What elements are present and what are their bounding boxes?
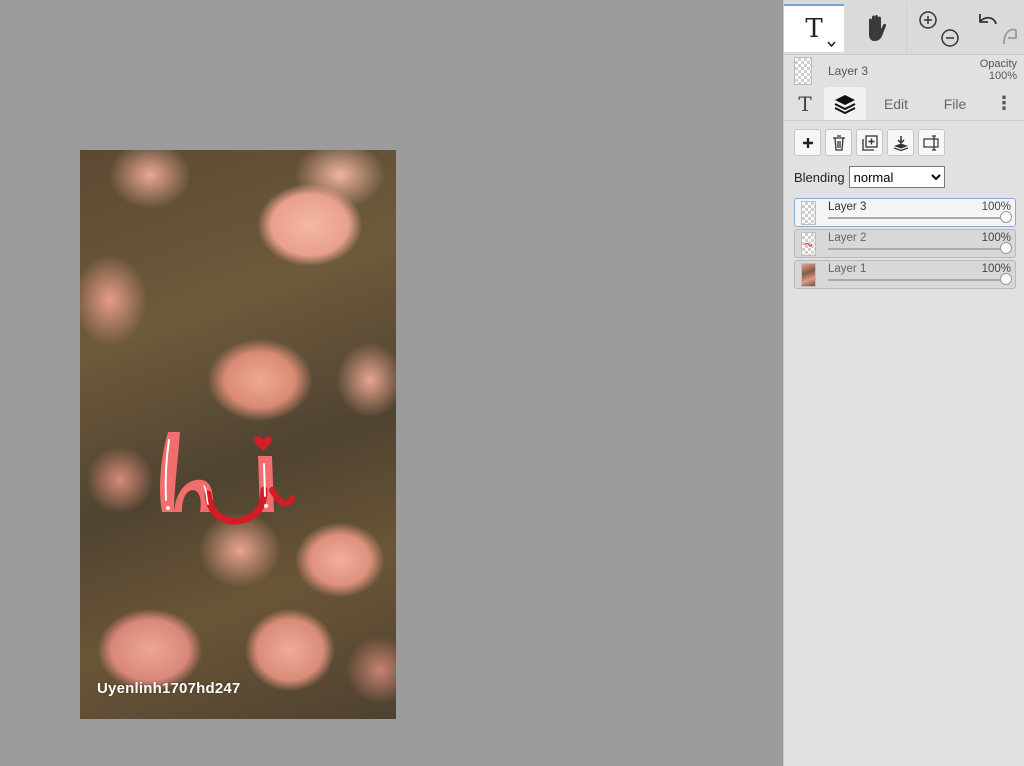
opacity-label: Opacity bbox=[979, 58, 1017, 70]
tab-text[interactable]: T bbox=[790, 87, 820, 120]
panel-tabs: T Edit File ⋮ bbox=[784, 87, 1024, 121]
layer-row-layer-1[interactable]: Layer 1 100% bbox=[794, 260, 1016, 289]
tab-layers[interactable] bbox=[824, 87, 866, 120]
tab-edit[interactable]: Edit bbox=[872, 87, 920, 120]
layer-name: Layer 3 bbox=[828, 201, 867, 213]
blending-label: Blending bbox=[794, 169, 845, 185]
redo-icon[interactable] bbox=[1002, 28, 1017, 45]
layers-list: Layer 3 100% Layer 2 100% Layer 1 100% bbox=[794, 198, 1016, 291]
current-layer-info: Layer 3 Opacity 100% bbox=[784, 55, 1024, 87]
add-layer-icon bbox=[802, 137, 813, 148]
layer-actions-toolbar bbox=[794, 129, 945, 156]
layer-thumbnail bbox=[801, 263, 816, 287]
side-panel: T Layer 3 Opacity 100% T Edit File ⋮ Ble… bbox=[783, 0, 1024, 766]
merge-down-button[interactable] bbox=[887, 129, 914, 156]
canvas-workspace[interactable]: Uyenlinh1707hd247 bbox=[0, 0, 783, 766]
current-layer-thumbnail bbox=[794, 57, 812, 85]
layer-name: Layer 1 bbox=[828, 263, 867, 275]
chevron-down-icon[interactable] bbox=[827, 36, 836, 50]
zoom-out-icon[interactable] bbox=[941, 29, 959, 47]
hi-lettering-art bbox=[160, 432, 295, 525]
hand-icon bbox=[869, 15, 887, 41]
layer-row-layer-2[interactable]: Layer 2 100% bbox=[794, 229, 1016, 258]
blending-mode-select[interactable]: normal bbox=[848, 166, 945, 188]
more-menu-icon[interactable]: ⋮ bbox=[992, 87, 1016, 120]
tab-file[interactable]: File bbox=[930, 87, 980, 120]
layer-opacity-slider[interactable] bbox=[828, 242, 1012, 254]
merge-down-icon bbox=[893, 135, 908, 151]
layer-row-layer-3[interactable]: Layer 3 100% bbox=[794, 198, 1016, 227]
tool-bar: T bbox=[784, 0, 1024, 55]
rename-layer-button[interactable] bbox=[918, 129, 945, 156]
rename-layer-icon bbox=[922, 134, 939, 151]
blending-row: Blending normal bbox=[794, 166, 945, 188]
zoom-buttons bbox=[906, 4, 969, 52]
delete-layer-button[interactable] bbox=[825, 129, 852, 156]
hand-tool-button[interactable] bbox=[848, 4, 904, 52]
layer-opacity-slider[interactable] bbox=[828, 273, 1012, 285]
layers-icon bbox=[834, 94, 856, 114]
layer-thumbnail bbox=[801, 201, 816, 225]
image-canvas[interactable]: Uyenlinh1707hd247 bbox=[80, 150, 396, 719]
text-tool-button[interactable]: T bbox=[784, 4, 844, 52]
slider-knob[interactable] bbox=[1000, 242, 1012, 254]
duplicate-layer-button[interactable] bbox=[856, 129, 883, 156]
add-layer-button[interactable] bbox=[794, 129, 821, 156]
slider-knob[interactable] bbox=[1000, 211, 1012, 223]
zoom-in-icon[interactable] bbox=[919, 11, 937, 29]
duplicate-layer-icon bbox=[861, 134, 878, 151]
text-tool-icon: T bbox=[805, 14, 823, 44]
layer-name: Layer 2 bbox=[828, 232, 867, 244]
current-layer-name: Layer 3 bbox=[828, 64, 869, 78]
slider-knob[interactable] bbox=[1000, 273, 1012, 285]
delete-layer-icon bbox=[832, 134, 845, 151]
watermark-text: Uyenlinh1707hd247 bbox=[97, 680, 241, 697]
layer-thumbnail bbox=[801, 232, 816, 256]
opacity-value: 100% bbox=[988, 70, 1017, 82]
opacity-readout[interactable]: Opacity 100% bbox=[980, 58, 1017, 82]
history-buttons bbox=[970, 4, 1024, 52]
layer-opacity-slider[interactable] bbox=[828, 211, 1012, 223]
undo-icon[interactable] bbox=[978, 14, 997, 25]
